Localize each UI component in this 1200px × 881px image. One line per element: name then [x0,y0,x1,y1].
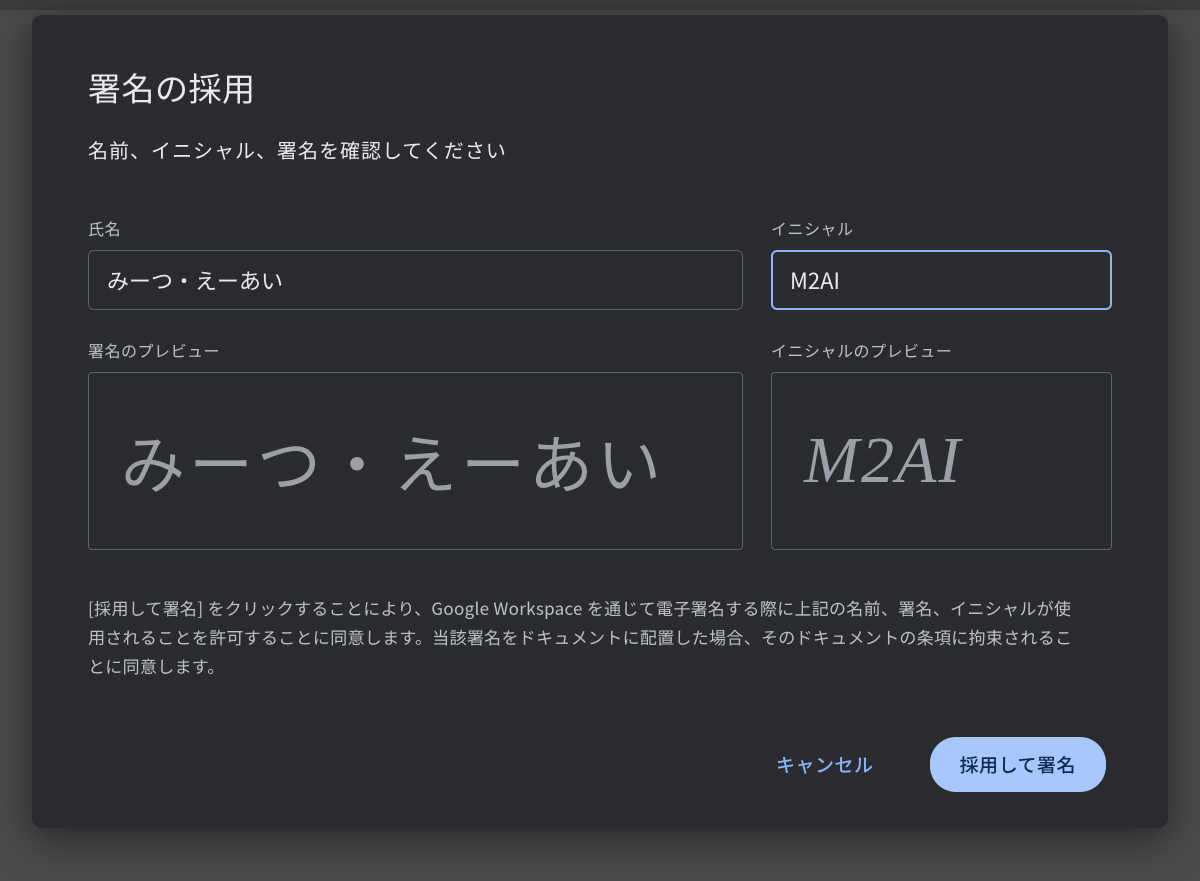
signature-preview-group: 署名のプレビュー みーつ・えーあい [88,338,743,550]
signature-preview-label: 署名のプレビュー [88,338,743,362]
backdrop [0,0,1200,10]
initials-preview-group: イニシャルのプレビュー M2AI [771,338,1112,550]
initials-preview-label: イニシャルのプレビュー [771,338,1112,362]
form-row: 氏名 イニシャル [88,216,1112,310]
name-field-group: 氏名 [88,216,743,310]
adopt-signature-modal: 署名の採用 名前、イニシャル、署名を確認してください 氏名 イニシャル 署名のプ… [32,15,1168,828]
preview-row: 署名のプレビュー みーつ・えーあい イニシャルのプレビュー M2AI [88,338,1112,550]
cancel-button[interactable]: キャンセル [748,737,902,792]
initials-preview-text: M2AI [804,423,962,499]
signature-preview-box: みーつ・えーあい [88,372,743,550]
signature-preview-text: みーつ・えーあい [121,415,665,507]
adopt-sign-button[interactable]: 採用して署名 [930,737,1106,792]
modal-subtitle: 名前、イニシャル、署名を確認してください [88,135,1112,164]
name-input[interactable] [88,250,743,310]
name-label: 氏名 [88,216,743,240]
initials-input[interactable] [771,250,1112,310]
modal-buttons: キャンセル 採用して署名 [88,737,1112,804]
initials-preview-box: M2AI [771,372,1112,550]
modal-title: 署名の採用 [88,63,1112,111]
initials-field-group: イニシャル [771,216,1112,310]
initials-label: イニシャル [771,216,1112,240]
consent-text: [採用して署名] をクリックすることにより、Google Workspace を… [88,594,1088,681]
